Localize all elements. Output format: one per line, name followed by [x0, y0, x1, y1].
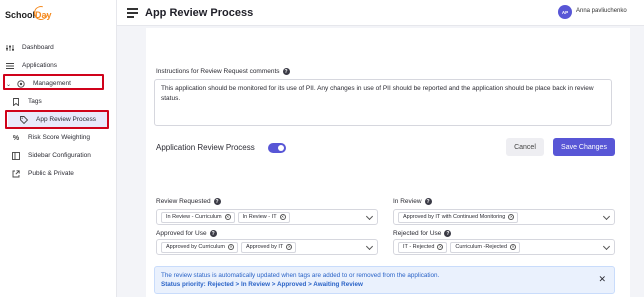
review-process-toggle[interactable]	[268, 143, 286, 153]
bookmark-icon	[12, 98, 20, 106]
sidebar-item-label: Public & Private	[28, 169, 74, 177]
tag-chip: Curriculum -Rejected ✕	[450, 241, 521, 253]
instructions-textarea[interactable]: This application should be monitored for…	[154, 79, 612, 126]
tag-chip: Approved by Curriculum ✕	[161, 241, 238, 253]
user-name[interactable]: Anna pavliuchenko	[576, 8, 627, 14]
review-requested-label: Review Requested?	[156, 198, 221, 205]
remove-chip-icon[interactable]: ✕	[437, 244, 444, 250]
sidebar-item-risk-score-weighting[interactable]: % Risk Score Weighting	[0, 130, 117, 146]
sidebar-item-label: Dashboard	[22, 43, 54, 51]
avatar[interactable]: AP	[558, 5, 572, 19]
chevron-down-icon[interactable]	[365, 242, 374, 251]
sidebar-item-label: Applications	[22, 61, 58, 69]
sidebar-item-dashboard[interactable]: Dashboard	[0, 40, 117, 56]
remove-chip-icon[interactable]: ✕	[508, 214, 515, 220]
in-review-label: In Review?	[393, 198, 432, 205]
remove-chip-icon[interactable]: ✕	[510, 244, 517, 250]
top-bar: App Review Process AP Anna pavliuchenko	[117, 0, 644, 26]
sliders-icon	[6, 44, 14, 52]
highlight-box-app-review-process	[5, 110, 109, 129]
sidebar: SchoolDay Dashboard Applications ⌄ Manag…	[0, 0, 117, 297]
instructions-label: Instructions for Review Request comments…	[156, 68, 290, 75]
sidebar-item-public-private[interactable]: Public & Private	[0, 166, 117, 182]
chevron-down-icon[interactable]	[602, 242, 611, 251]
sidebar-item-applications[interactable]: Applications	[0, 58, 117, 74]
remove-chip-icon[interactable]: ✕	[228, 244, 234, 250]
approved-for-use-label: Approved for Use?	[156, 230, 217, 237]
cancel-button[interactable]: Cancel	[506, 138, 544, 156]
percent-icon: %	[12, 134, 20, 142]
page-title: App Review Process	[145, 7, 254, 19]
save-changes-button[interactable]: Save Changes	[553, 138, 615, 156]
help-icon[interactable]: ?	[209, 230, 217, 237]
remove-chip-icon[interactable]: ✕	[279, 214, 286, 220]
highlight-box-management	[3, 74, 104, 90]
external-link-icon	[12, 170, 20, 178]
help-icon[interactable]: ?	[444, 230, 452, 237]
status-priority-text: Status priority: Rejected > In Review > …	[161, 281, 363, 288]
remove-chip-icon[interactable]: ✕	[224, 214, 231, 220]
hamburger-menu-icon[interactable]	[127, 8, 138, 18]
rejected-for-use-label: Rejected for Use?	[393, 230, 452, 237]
help-icon[interactable]: ?	[213, 198, 221, 205]
sidebar-item-label: Tags	[28, 97, 42, 105]
close-icon[interactable]: ✕	[598, 275, 606, 284]
tag-chip: Approved by IT ✕	[241, 241, 297, 253]
rejected-for-use-select[interactable]: IT - Rejected ✕ Curriculum -Rejected ✕	[393, 239, 615, 255]
remove-chip-icon[interactable]: ✕	[286, 244, 293, 250]
tag-chip: In Review - IT ✕	[237, 211, 290, 223]
review-process-card: Instructions for Review Request comments…	[146, 28, 630, 297]
status-info-banner: The review status is automatically updat…	[154, 266, 615, 294]
approved-for-use-select[interactable]: Approved by Curriculum ✕ Approved by IT ✕	[156, 239, 378, 255]
in-review-select[interactable]: Approved by IT with Continued Monitoring…	[393, 209, 615, 225]
help-icon[interactable]: ?	[282, 68, 290, 75]
sidebar-item-tags[interactable]: Tags	[0, 94, 117, 110]
sidebar-item-sidebar-configuration[interactable]: Sidebar Configuration	[0, 148, 117, 164]
chevron-down-icon[interactable]	[365, 212, 374, 221]
review-process-label: Application Review Process	[156, 143, 255, 152]
sidebar-item-label: Risk Score Weighting	[28, 133, 91, 141]
chevron-down-icon[interactable]	[602, 212, 611, 221]
tag-chip: In Review - Curriculum ✕	[161, 211, 235, 223]
tag-chip: Approved by IT with Continued Monitoring…	[398, 211, 519, 223]
tag-chip: IT - Rejected ✕	[398, 241, 448, 253]
info-text: The review status is automatically updat…	[161, 272, 440, 279]
sidebar-icon	[12, 152, 20, 160]
list-icon	[6, 62, 14, 70]
sidebar-item-label: Sidebar Configuration	[28, 151, 91, 159]
review-requested-select[interactable]: In Review - Curriculum ✕ In Review - IT ✕	[156, 209, 378, 225]
schoolday-logo[interactable]: SchoolDay	[5, 3, 52, 28]
help-icon[interactable]: ?	[424, 198, 432, 205]
